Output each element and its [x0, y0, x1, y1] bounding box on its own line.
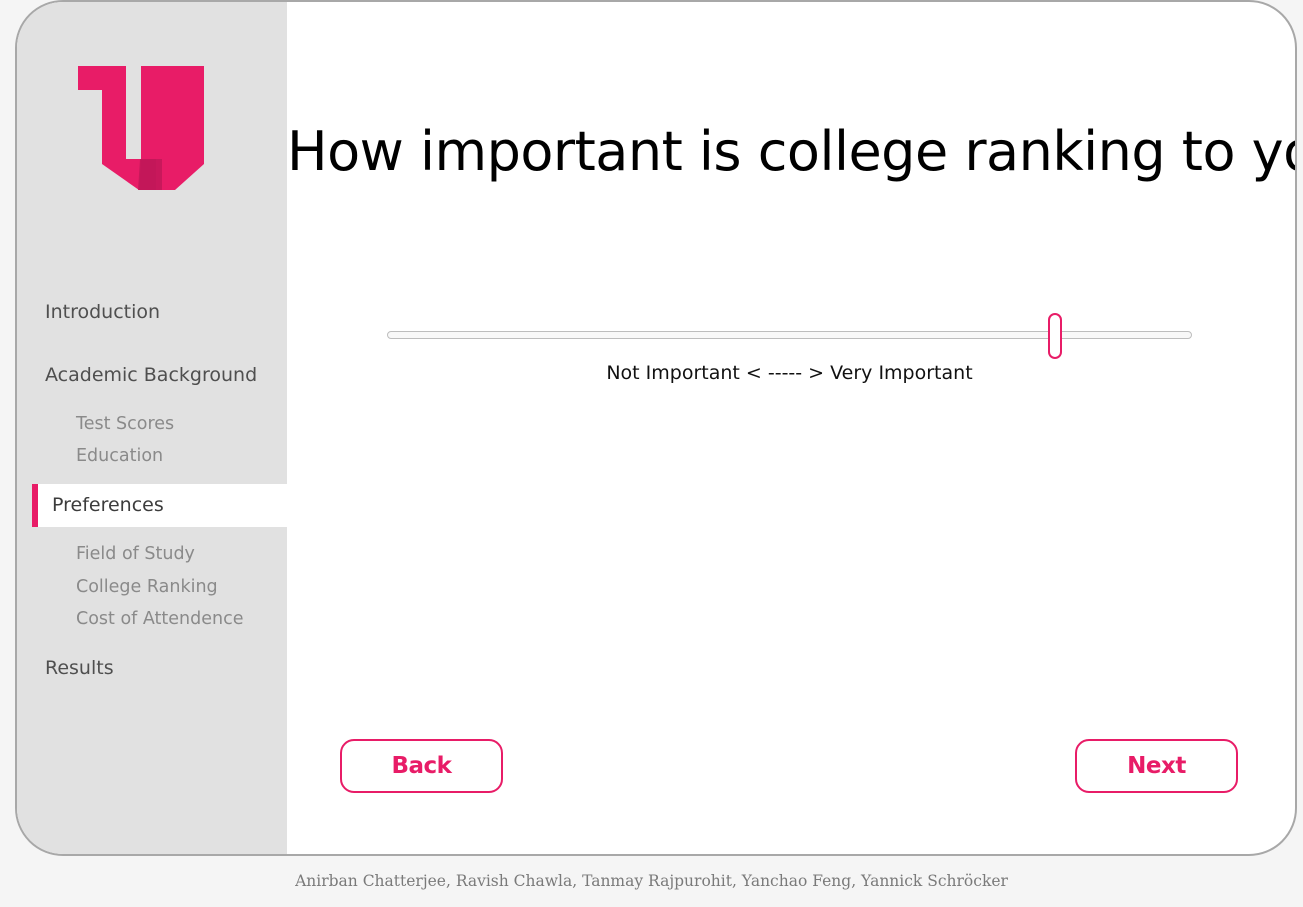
slider-scale-label: Not Important < ----- > Very Important	[606, 362, 973, 384]
sidebar-item-preferences[interactable]: Preferences	[32, 484, 287, 527]
sidebar-subitem-field-of-study[interactable]: Field of Study	[76, 544, 195, 564]
back-button[interactable]: Back	[340, 739, 503, 793]
next-button[interactable]: Next	[1075, 739, 1238, 793]
app-frame: Introduction Academic Background Test Sc…	[15, 0, 1297, 856]
sidebar-item-results[interactable]: Results	[45, 657, 114, 679]
sidebar-subitem-education[interactable]: Education	[76, 446, 163, 466]
sidebar-subitem-test-scores[interactable]: Test Scores	[76, 414, 174, 434]
u-logo-icon	[78, 66, 204, 190]
footer-credits: Anirban Chatterjee, Ravish Chawla, Tanma…	[295, 872, 1008, 890]
sidebar-subitem-college-ranking[interactable]: College Ranking	[76, 577, 218, 597]
question-heading: How important is college ranking to you?	[287, 120, 1297, 183]
importance-slider-track[interactable]	[387, 331, 1192, 339]
sidebar-subitem-cost-of-attendence[interactable]: Cost of Attendence	[76, 609, 244, 629]
sidebar-item-academic-background[interactable]: Academic Background	[45, 364, 257, 386]
sidebar: Introduction Academic Background Test Sc…	[17, 2, 287, 854]
sidebar-item-introduction[interactable]: Introduction	[45, 301, 160, 323]
importance-slider-thumb[interactable]	[1048, 313, 1063, 359]
sidebar-item-label: Preferences	[52, 494, 164, 516]
active-indicator-bar	[32, 484, 38, 527]
